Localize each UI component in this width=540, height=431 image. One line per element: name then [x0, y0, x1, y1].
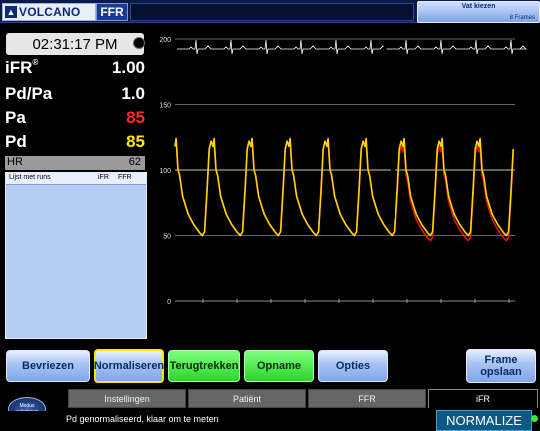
pa-row: Pa 85 — [5, 108, 145, 130]
y-tick-50: 50 — [163, 234, 171, 241]
pa-label: Pa — [5, 108, 26, 127]
pd-value: 85 — [126, 132, 145, 151]
save-frame-label-line1: Frame — [484, 354, 518, 366]
hr-value: 62 — [128, 156, 141, 168]
save-frame-button[interactable]: Frame opslaan — [466, 349, 536, 383]
runs-list[interactable]: Lijst met runs iFR FFR — [5, 172, 147, 339]
frame-count: 8 Frames — [509, 15, 535, 21]
mode-badge: FFR — [96, 3, 128, 21]
ifr-value: 1.00 — [111, 58, 145, 77]
options-button[interactable]: Opties — [318, 350, 388, 382]
pressure-waveform-chart: 200 150 100 50 0 — [159, 37, 527, 306]
pdpa-value: 1.0 — [121, 84, 145, 103]
pd-label: Pd — [5, 132, 27, 151]
trace-gap — [391, 133, 395, 219]
header-info-field — [130, 3, 414, 21]
pd-row: Pd 85 — [5, 132, 145, 154]
runs-list-title: Lijst met runs — [9, 174, 51, 181]
freeze-button[interactable]: Bevriezen — [6, 350, 90, 382]
tab-ifr[interactable]: iFR — [428, 389, 538, 408]
select-vessel-label: Vat kiezen — [461, 3, 496, 10]
volcano-logo: ▲ VOLCANO — [2, 3, 96, 21]
status-message: Pd genormaliseerd, klaar om te meten — [66, 414, 219, 424]
runs-list-header: Lijst met runs iFR FFR — [6, 173, 146, 185]
status-indicator-icon — [531, 415, 538, 422]
y-tick-0: 0 — [167, 299, 171, 306]
pd-trace — [174, 137, 514, 237]
record-indicator-icon — [133, 37, 145, 49]
ecg-trace — [177, 39, 527, 55]
tab-ffr[interactable]: FFR — [308, 389, 426, 408]
clock: 02:31:17 PM — [6, 33, 144, 55]
pdpa-row: Pd/Pa 1.0 — [5, 84, 145, 106]
pa-trace — [174, 137, 514, 242]
brand-name: VOLCANO — [19, 5, 81, 19]
select-vessel-button[interactable]: Vat kiezen 8 Frames — [417, 1, 540, 23]
normalize-button[interactable]: Normaliseren — [94, 349, 164, 383]
registered-mark: ® — [32, 58, 39, 67]
pullback-button[interactable]: Terugtrekken — [168, 350, 240, 382]
record-button[interactable]: Opname — [244, 350, 314, 382]
runs-col-ifr: iFR — [98, 174, 109, 181]
y-tick-100: 100 — [159, 168, 171, 175]
y-tick-150: 150 — [159, 103, 171, 110]
tab-patient[interactable]: Patiënt — [188, 389, 306, 408]
pa-value: 85 — [126, 108, 145, 127]
heart-rate-bar: HR 62 — [5, 156, 145, 170]
ifr-label: iFR® — [5, 58, 39, 77]
y-tick-200: 200 — [159, 37, 171, 44]
tab-settings[interactable]: Instellingen — [68, 389, 186, 408]
normalize-badge: NORMALIZE — [436, 410, 532, 431]
runs-col-ffr: FFR — [118, 174, 132, 181]
pdpa-label: Pd/Pa — [5, 84, 53, 103]
hr-label: HR — [7, 156, 23, 168]
ifr-row: iFR® 1.00 — [5, 58, 145, 80]
volcano-logo-mark-icon: ▲ — [5, 6, 17, 18]
save-frame-label-line2: opslaan — [480, 366, 522, 378]
